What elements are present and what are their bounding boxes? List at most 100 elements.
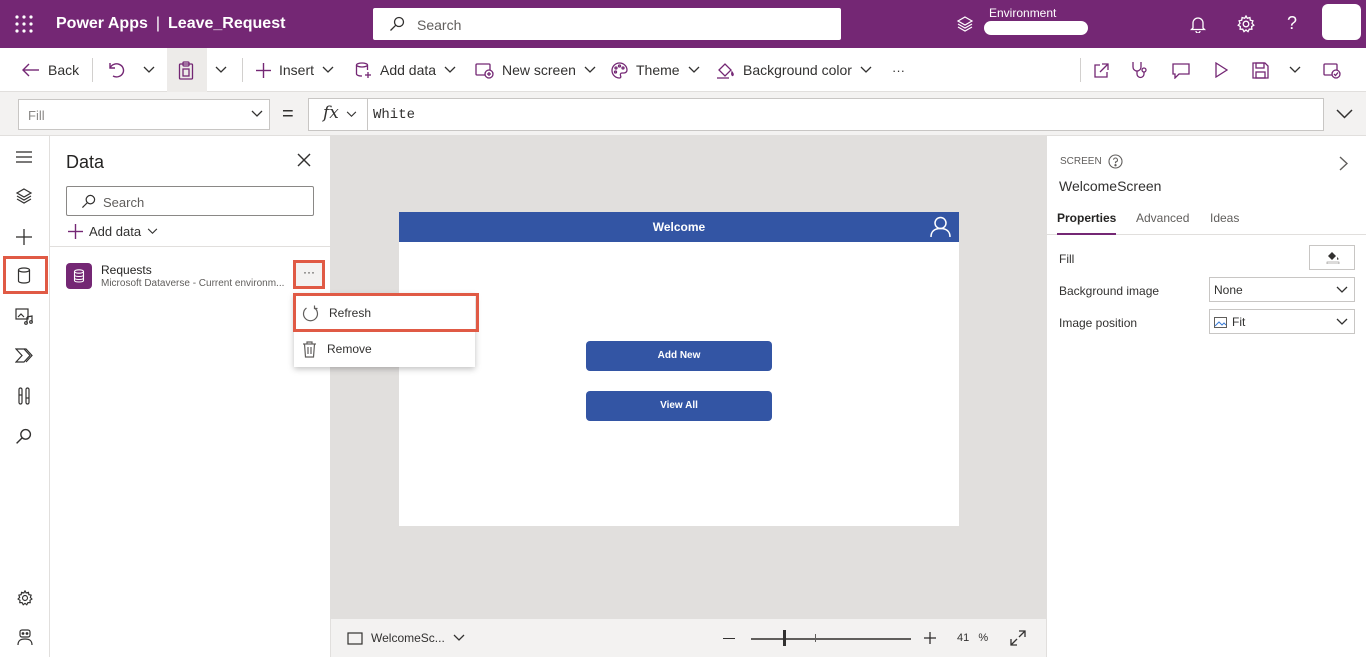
- paste-icon-wrap[interactable]: [178, 48, 194, 92]
- preview-button[interactable]: [1214, 48, 1228, 92]
- remove-menu-item[interactable]: Remove: [294, 331, 475, 367]
- chevron-down-icon: [147, 228, 158, 235]
- zoom-in-button[interactable]: [924, 632, 936, 644]
- settings-icon[interactable]: [17, 590, 33, 606]
- advanced-tools-icon[interactable]: [18, 387, 30, 405]
- notifications-icon[interactable]: [1190, 15, 1206, 33]
- search-icon[interactable]: [15, 428, 32, 445]
- save-button[interactable]: [1252, 48, 1269, 92]
- add-data-label: Add data: [380, 62, 437, 78]
- property-dropdown[interactable]: Fill: [18, 99, 270, 130]
- back-button[interactable]: Back: [22, 48, 79, 92]
- zoom-out-button[interactable]: [723, 638, 735, 640]
- divider: [50, 246, 330, 247]
- database-plus-icon: [355, 61, 371, 78]
- app-checker-button[interactable]: [1131, 48, 1149, 92]
- plus-icon: [924, 632, 936, 644]
- comments-button[interactable]: [1172, 48, 1190, 92]
- chevron-down-icon: [215, 66, 227, 73]
- selected-kind-label: SCREEN: [1060, 156, 1102, 167]
- user-avatar[interactable]: [1322, 4, 1361, 40]
- new-screen-label: New screen: [502, 62, 576, 78]
- command-bar: Back Insert Add data New screen Theme Ba…: [0, 48, 1366, 92]
- undo-button[interactable]: [107, 48, 125, 92]
- selected-screen-name[interactable]: WelcomeScreen: [1059, 178, 1161, 194]
- screen-selector[interactable]: WelcomeSc...: [347, 631, 465, 645]
- data-pane-title: Data: [66, 152, 105, 172]
- selected-kind: SCREEN: [1060, 154, 1123, 169]
- fit-to-window-icon[interactable]: [1010, 630, 1026, 646]
- plus-icon: [256, 62, 271, 78]
- comment-icon: [1172, 62, 1190, 79]
- media-icon[interactable]: [15, 308, 34, 325]
- app-launcher-icon[interactable]: [14, 14, 34, 34]
- app-file-name[interactable]: Leave_Request: [168, 15, 285, 32]
- image-position-value: Fit: [1232, 315, 1246, 329]
- screen-header-bar[interactable]: Welcome: [399, 212, 959, 242]
- fill-label: Fill: [1059, 252, 1075, 266]
- add-data-button[interactable]: Add data: [355, 48, 456, 92]
- image-icon: [1214, 316, 1227, 328]
- zoom-slider-thumb[interactable]: [783, 630, 786, 646]
- user-icon[interactable]: [930, 216, 951, 238]
- settings-icon[interactable]: [1237, 15, 1255, 33]
- background-color-button[interactable]: Background color: [716, 48, 872, 92]
- tab-ideas[interactable]: Ideas: [1210, 211, 1239, 225]
- environment-name-pill[interactable]: [984, 21, 1088, 35]
- zoom-value: 41 %: [957, 632, 988, 644]
- background-color-label: Background color: [743, 62, 852, 78]
- data-search-input[interactable]: Search: [66, 186, 314, 216]
- menu-icon[interactable]: [15, 150, 33, 164]
- app-title: Power Apps | Leave_Request: [56, 15, 285, 33]
- tree-view-icon[interactable]: [15, 188, 33, 205]
- add-data-link-label: Add data: [89, 224, 142, 239]
- data-source-name[interactable]: Requests: [101, 263, 152, 277]
- global-search-box[interactable]: Search: [373, 8, 841, 40]
- save-dropdown[interactable]: [1289, 48, 1301, 92]
- background-image-label: Background image: [1059, 284, 1160, 298]
- theme-dropdown[interactable]: [688, 48, 700, 92]
- chevron-down-icon: [453, 634, 465, 641]
- chevron-right-icon[interactable]: [1339, 156, 1348, 171]
- view-all-button[interactable]: View All: [586, 391, 772, 421]
- plus-icon: [68, 224, 83, 239]
- back-label: Back: [48, 62, 80, 78]
- insert-icon[interactable]: [15, 228, 33, 246]
- screen-header-title: Welcome: [652, 220, 706, 234]
- tab-properties[interactable]: Properties: [1057, 211, 1117, 235]
- power-automate-icon[interactable]: [15, 348, 34, 363]
- add-data-link[interactable]: Add data: [68, 224, 158, 239]
- tab-advanced[interactable]: Advanced: [1136, 211, 1189, 225]
- more-commands-button[interactable]: ···: [892, 48, 905, 92]
- zoom-unit: %: [978, 632, 989, 644]
- product-name[interactable]: Power Apps: [56, 15, 148, 32]
- theme-label: Theme: [636, 62, 680, 78]
- data-source-more-button[interactable]: ···: [293, 260, 325, 289]
- paste-dropdown[interactable]: [215, 48, 227, 92]
- insert-button[interactable]: Insert: [256, 48, 334, 92]
- publish-button[interactable]: [1323, 48, 1341, 92]
- zoom-slider-tick: [815, 634, 816, 642]
- background-image-dropdown[interactable]: None: [1209, 277, 1355, 302]
- zoom-slider-track[interactable]: [751, 638, 911, 640]
- welcome-screen-preview[interactable]: Welcome Add New View All: [399, 212, 959, 526]
- help-circle-icon[interactable]: [1108, 154, 1123, 169]
- environment-icon[interactable]: [956, 16, 974, 32]
- virtual-agent-icon[interactable]: [17, 629, 33, 646]
- chevron-down-icon: [143, 66, 155, 73]
- share-button[interactable]: [1093, 48, 1110, 92]
- function-button[interactable]: fx: [308, 98, 368, 131]
- add-new-button[interactable]: Add New: [586, 341, 772, 371]
- theme-button[interactable]: Theme: [611, 48, 680, 92]
- fill-color-picker[interactable]: [1309, 245, 1355, 270]
- canvas-status-bar: WelcomeSc... 41 %: [331, 618, 1046, 657]
- data-icon[interactable]: [17, 267, 31, 284]
- formula-input[interactable]: White: [368, 98, 1324, 131]
- new-screen-button[interactable]: New screen: [475, 48, 596, 92]
- expand-formula-button[interactable]: [1336, 109, 1353, 119]
- undo-dropdown[interactable]: [143, 48, 155, 92]
- help-icon[interactable]: ?: [1287, 13, 1297, 34]
- image-position-dropdown[interactable]: Fit: [1209, 309, 1355, 334]
- chevron-down-icon: [346, 111, 357, 118]
- close-icon[interactable]: [297, 153, 311, 167]
